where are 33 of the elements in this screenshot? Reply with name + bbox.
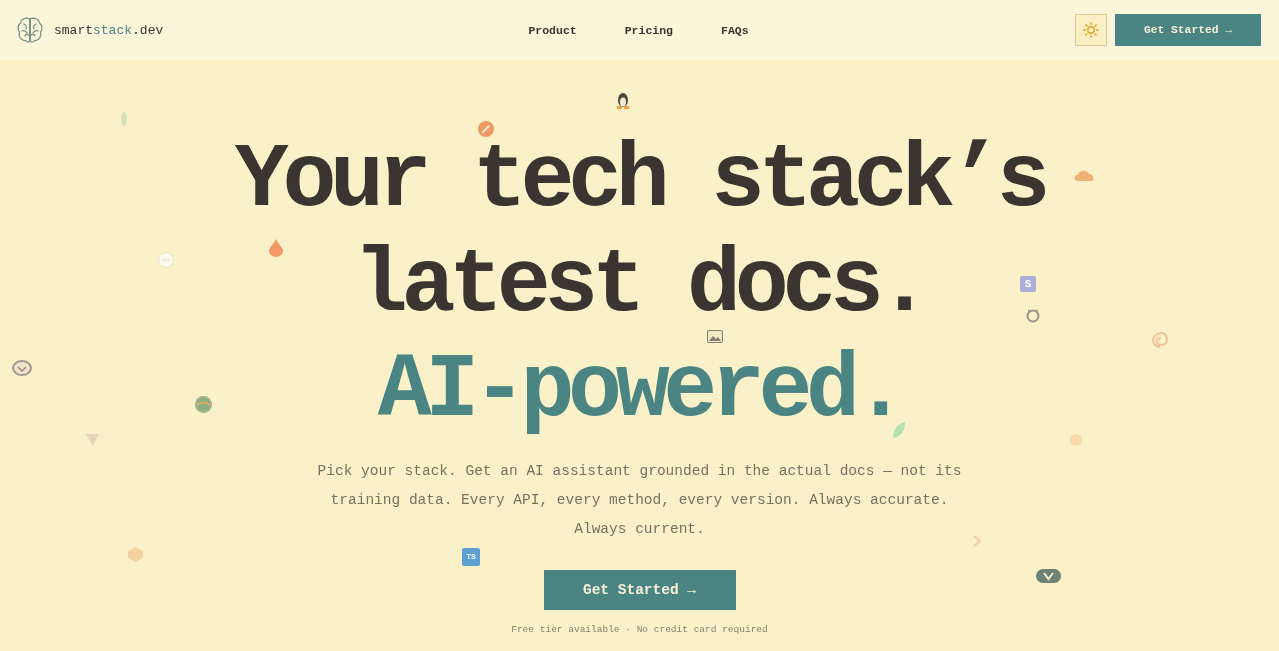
penguin-icon <box>616 92 630 109</box>
leaf-icon <box>119 111 129 127</box>
nav-link[interactable]: Product <box>528 23 577 37</box>
hero-headline: AI-powered. <box>377 349 902 433</box>
get-started-button[interactable]: Get Started → <box>1115 14 1261 46</box>
disc-icon <box>1070 434 1082 446</box>
ring-icon <box>12 360 32 376</box>
drop-icon <box>269 239 283 257</box>
get-started-button[interactable]: Get Started → <box>543 570 736 610</box>
brain-icon <box>16 16 44 44</box>
chevron-icon <box>972 535 982 547</box>
theme-toggle-button[interactable] <box>1075 14 1107 46</box>
swirl-icon <box>1152 331 1168 349</box>
disc-icon <box>158 252 174 268</box>
hero-headline: Your tech stack’s <box>234 139 1045 223</box>
triangle-icon <box>86 434 99 446</box>
circle-slash-icon <box>478 121 494 137</box>
pricing-note: Free tier available · No credit card required <box>511 623 768 637</box>
cloud-icon <box>1074 169 1094 181</box>
tech-tile: S <box>1020 276 1036 292</box>
nav-link[interactable]: Pricing <box>624 23 673 37</box>
nav-link[interactable]: FAQs <box>721 23 749 37</box>
tech-tile: TS <box>462 548 480 566</box>
hexagon-icon <box>128 547 143 562</box>
globe-icon <box>195 396 212 413</box>
pill-icon <box>1036 569 1061 583</box>
hero-subtitle: Pick your stack. Get an AI assistant grounded in the actual docs — not its training data. Every API, every method, every version. Always accurate. Always current. <box>316 462 963 539</box>
hero-headline: latest docs. <box>353 244 926 328</box>
sun-icon <box>1083 22 1099 38</box>
logo-text: smartstack.dev <box>54 22 164 38</box>
cat-icon <box>1026 308 1040 323</box>
image-icon <box>707 330 723 343</box>
leaf-icon <box>892 422 906 438</box>
